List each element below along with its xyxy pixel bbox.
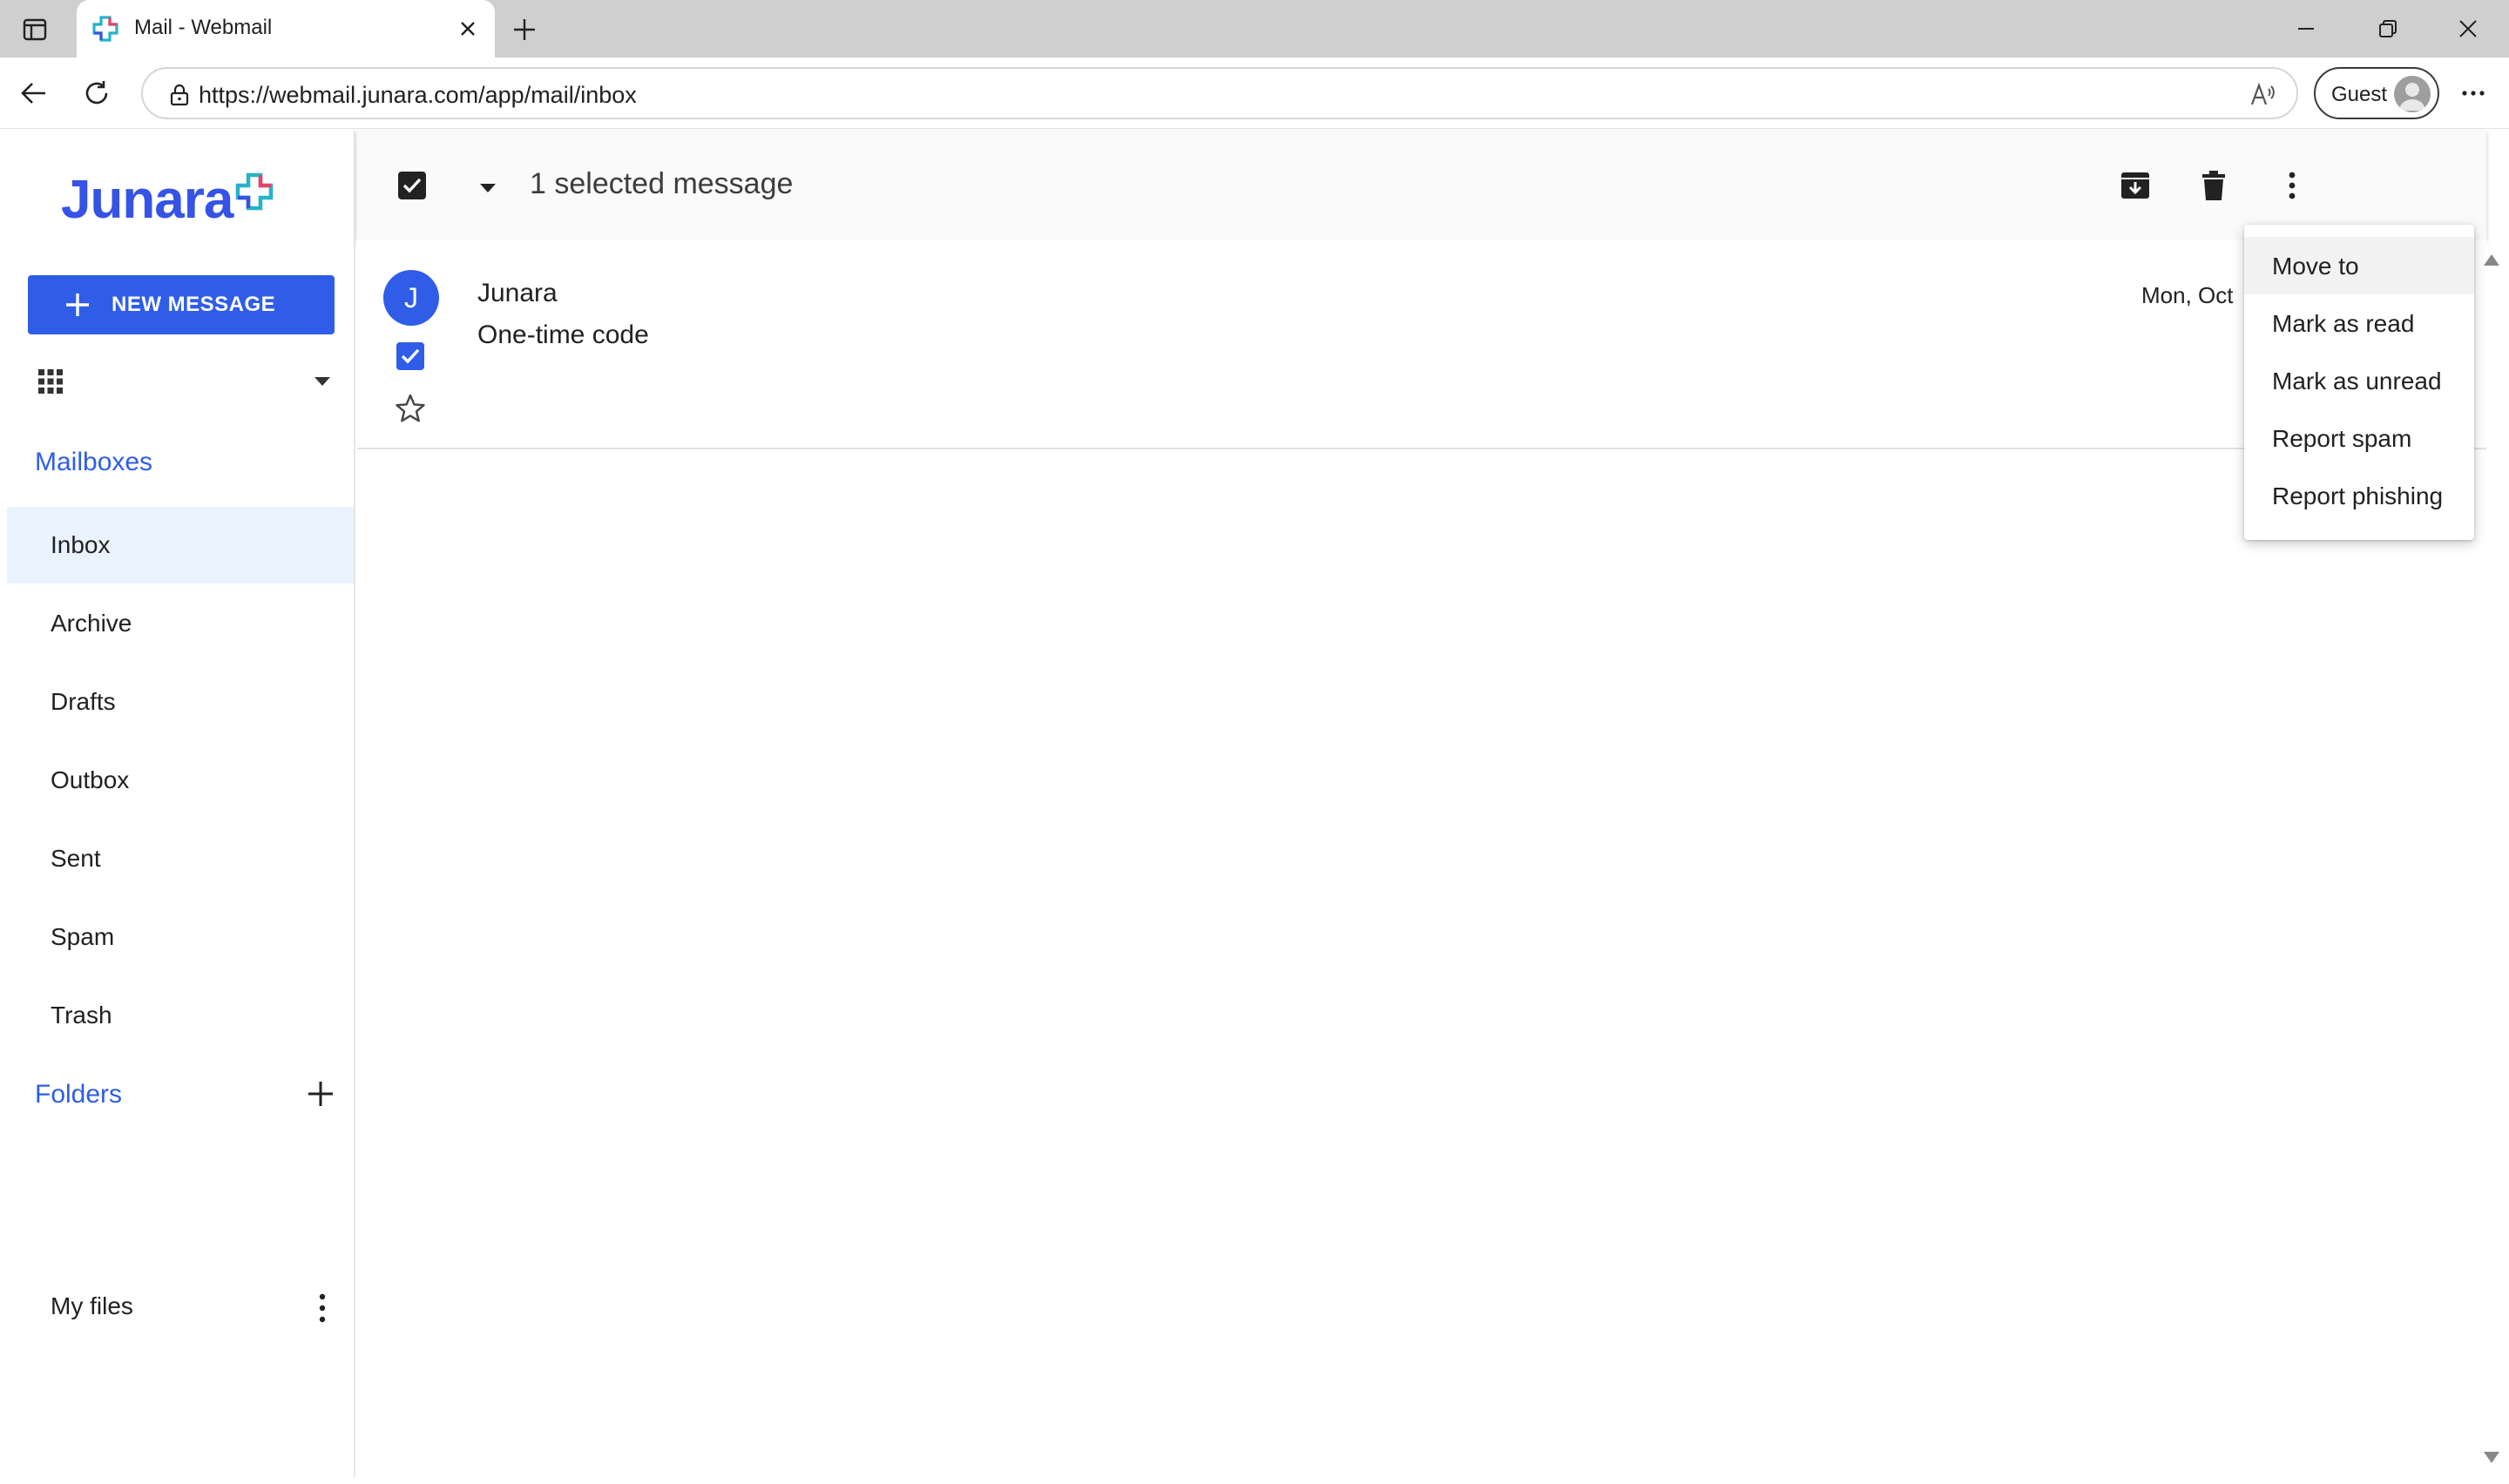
menu-item-mark-as-read[interactable]: Mark as read	[2244, 294, 2474, 352]
junara-logo[interactable]: Junara	[61, 169, 274, 230]
sidebar: Junara NEW MESSAGE Mailboxes Inbox Archi…	[7, 131, 355, 1477]
mailbox-item-spam[interactable]: Spam	[7, 899, 354, 975]
star-icon[interactable]	[394, 392, 427, 425]
mailbox-label: Outbox	[51, 766, 130, 793]
new-message-button[interactable]: NEW MESSAGE	[28, 275, 335, 334]
add-folder-icon[interactable]	[303, 1076, 338, 1111]
url-text: https://webmail.junara.com/app/mail/inbo…	[199, 82, 637, 108]
menu-item-label: Report spam	[2272, 425, 2412, 452]
plus-icon	[66, 293, 89, 316]
message-toolbar: 1 selected message	[357, 131, 2486, 240]
menu-item-mark-as-unread[interactable]: Mark as unread	[2244, 352, 2474, 409]
scroll-down-arrow-icon[interactable]	[2481, 1449, 2502, 1467]
menu-item-label: Mark as read	[2272, 310, 2415, 337]
selection-dropdown-icon[interactable]	[477, 178, 498, 199]
mailbox-item-inbox[interactable]: Inbox	[7, 507, 354, 583]
mailboxes-title[interactable]: Mailboxes	[35, 448, 152, 477]
profile-button[interactable]: Guest	[2314, 67, 2439, 119]
mailbox-item-sent[interactable]: Sent	[7, 820, 354, 897]
scroll-up-arrow-icon[interactable]	[2481, 251, 2502, 268]
folders-title[interactable]: Folders	[35, 1080, 122, 1110]
new-message-label: NEW MESSAGE	[112, 293, 276, 316]
mailbox-label: Inbox	[51, 531, 111, 558]
selection-count: 1 selected message	[530, 167, 794, 200]
mailbox-item-drafts[interactable]: Drafts	[7, 664, 354, 740]
menu-item-report-phishing[interactable]: Report phishing	[2244, 467, 2474, 524]
menu-item-move-to[interactable]: Move to	[2244, 237, 2474, 294]
back-arrow-icon[interactable]	[14, 73, 54, 113]
sender-avatar: J	[383, 270, 439, 326]
lock-icon[interactable]	[167, 83, 192, 107]
message-date: Mon, Oct	[2141, 282, 2234, 308]
message-checkbox[interactable]	[396, 341, 425, 371]
junara-favicon-icon	[91, 14, 120, 44]
url-field[interactable]: https://webmail.junara.com/app/mail/inbo…	[141, 67, 2298, 119]
menu-item-label: Report phishing	[2272, 482, 2444, 509]
select-all-checkbox[interactable]	[397, 171, 427, 200]
folder-more-icon[interactable]	[307, 1291, 338, 1325]
menu-item-label: Mark as unread	[2272, 368, 2442, 395]
mailbox-item-trash[interactable]: Trash	[7, 977, 354, 1054]
browser-tab[interactable]: Mail - Webmail	[77, 0, 495, 57]
profile-avatar-icon	[2394, 76, 2431, 112]
message-row[interactable]: J Junara One-time code Mon, Oct	[357, 240, 2486, 449]
apps-switcher[interactable]	[31, 359, 345, 404]
mailbox-label: Sent	[51, 845, 101, 872]
reload-icon[interactable]	[77, 73, 117, 113]
logo-cross-icon	[236, 172, 274, 211]
close-tab-icon[interactable]	[451, 12, 484, 45]
mailbox-label: Trash	[51, 1002, 112, 1029]
mailbox-label: Drafts	[51, 688, 116, 715]
message-list: J Junara One-time code Mon, Oct	[357, 240, 2486, 1477]
message-subject: One-time code	[477, 320, 649, 349]
message-sender: Junara	[477, 279, 558, 307]
tab-actions-icon[interactable]	[17, 12, 52, 47]
folder-label: My files	[51, 1292, 133, 1319]
menu-item-report-spam[interactable]: Report spam	[2244, 409, 2474, 467]
minimize-icon[interactable]	[2276, 9, 2337, 49]
more-actions-icon[interactable]	[2272, 165, 2312, 206]
new-tab-icon[interactable]	[505, 10, 544, 49]
profile-label: Guest	[2331, 83, 2388, 106]
mailbox-item-archive[interactable]: Archive	[7, 585, 354, 662]
tab-title: Mail - Webmail	[134, 16, 273, 39]
chevron-down-icon[interactable]	[312, 371, 333, 392]
mailbox-item-outbox[interactable]: Outbox	[7, 742, 354, 819]
logo-text: Junara	[61, 169, 233, 230]
address-bar: https://webmail.junara.com/app/mail/inbo…	[0, 57, 2509, 129]
mailbox-label: Archive	[51, 610, 132, 637]
delete-icon[interactable]	[2194, 165, 2234, 206]
browser-tab-bar: Mail - Webmail	[0, 0, 2509, 57]
read-aloud-icon[interactable]	[2248, 79, 2279, 111]
close-window-icon[interactable]	[2438, 9, 2499, 49]
mailbox-label: Spam	[51, 923, 115, 950]
apps-grid-icon[interactable]	[37, 368, 64, 395]
archive-icon[interactable]	[2115, 165, 2155, 206]
browser-more-icon[interactable]	[2453, 73, 2493, 113]
menu-item-label: Move to	[2272, 253, 2359, 280]
folder-item-my-files[interactable]: My files	[7, 1268, 354, 1345]
restore-icon[interactable]	[2357, 9, 2418, 49]
more-actions-menu: Move to Mark as read Mark as unread Repo…	[2244, 225, 2474, 540]
